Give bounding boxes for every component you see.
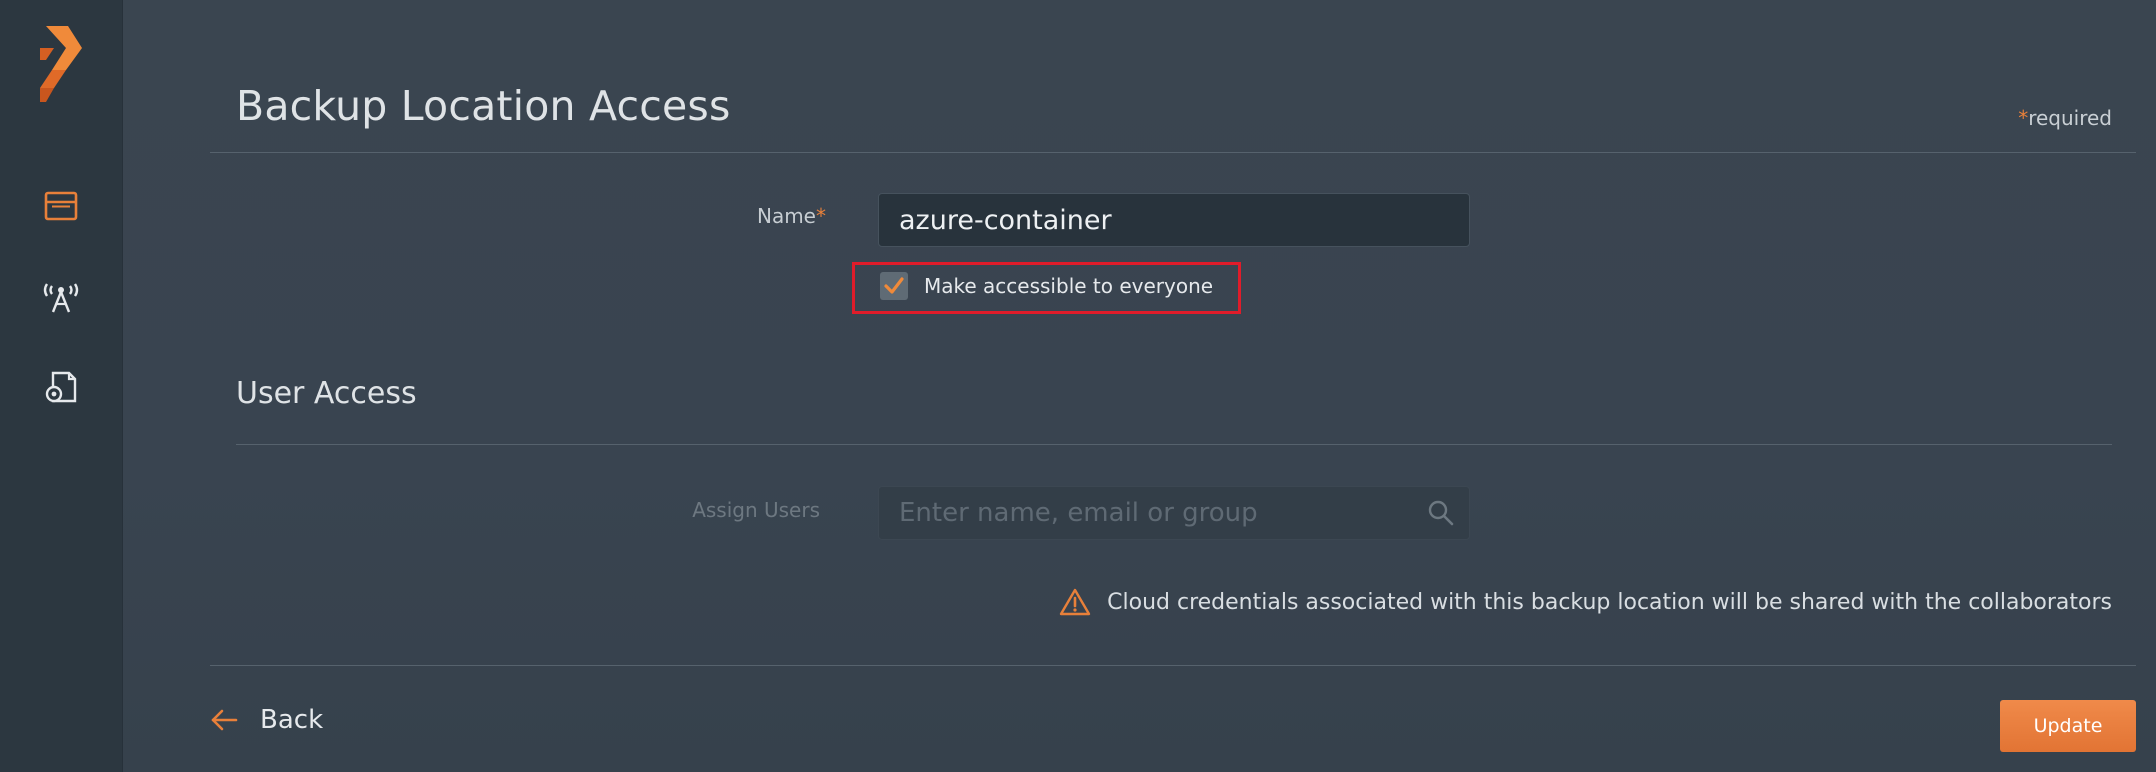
annotation-highlight-box bbox=[852, 262, 1241, 314]
back-label: Back bbox=[260, 705, 324, 735]
update-button[interactable]: Update bbox=[2000, 700, 2136, 752]
required-text: required bbox=[2028, 106, 2112, 130]
name-label: Name* bbox=[700, 204, 826, 228]
arrow-left-icon bbox=[211, 709, 238, 731]
nav-item-settings[interactable] bbox=[39, 366, 83, 410]
user-access-title: User Access bbox=[236, 376, 417, 411]
warning-message: Cloud credentials associated with this b… bbox=[1059, 588, 2112, 616]
sidebar bbox=[0, 0, 123, 772]
document-settings-icon bbox=[45, 371, 77, 403]
name-input[interactable] bbox=[878, 193, 1470, 247]
nav-item-locations[interactable] bbox=[39, 274, 83, 318]
window-icon bbox=[44, 191, 78, 221]
footer-divider bbox=[210, 665, 2136, 666]
portworx-logo[interactable] bbox=[36, 26, 86, 110]
search-icon[interactable] bbox=[1427, 499, 1455, 527]
page-title: Backup Location Access bbox=[236, 82, 731, 130]
assign-users-label: Assign Users bbox=[692, 498, 820, 522]
name-required-star: * bbox=[816, 204, 826, 228]
antenna-icon bbox=[43, 283, 79, 313]
assign-users-input[interactable] bbox=[879, 487, 1469, 539]
warning-triangle-icon bbox=[1059, 588, 1091, 616]
nav-item-backups[interactable] bbox=[39, 184, 83, 228]
required-star: * bbox=[2018, 106, 2029, 130]
section-divider bbox=[236, 444, 2112, 445]
header-divider bbox=[210, 152, 2136, 153]
app-root: Backup Location Access *required Name* M… bbox=[0, 0, 2156, 772]
warning-text: Cloud credentials associated with this b… bbox=[1107, 589, 2112, 615]
required-note: *required bbox=[2018, 106, 2112, 130]
back-button[interactable]: Back bbox=[210, 705, 323, 735]
name-label-text: Name bbox=[756, 204, 816, 228]
assign-users-search[interactable] bbox=[878, 486, 1470, 540]
